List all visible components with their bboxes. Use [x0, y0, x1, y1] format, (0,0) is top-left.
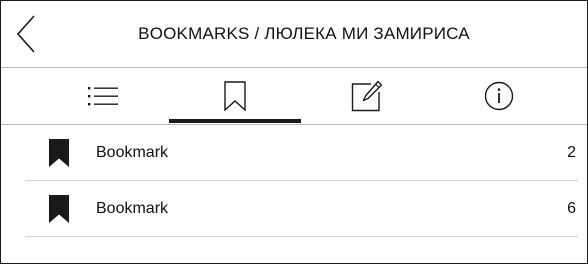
bookmarks-panel: BOOKMARKS / ЛЮЛЕКА МИ ЗАМИРИСА Bookmark … — [0, 0, 588, 264]
tab-info[interactable] — [433, 68, 565, 124]
bookmark-label: Bookmark — [96, 144, 169, 161]
bookmark-outline-icon — [224, 81, 246, 111]
bookmark-list: Bookmark 2 Bookmark 6 — [1, 125, 587, 237]
bookmark-row[interactable]: Bookmark 6 — [25, 181, 578, 237]
tab-contents[interactable] — [37, 68, 169, 124]
edit-note-icon — [351, 80, 383, 112]
page-title: BOOKMARKS / ЛЮЛЕКА МИ ЗАМИРИСА — [138, 24, 470, 43]
bookmark-label: Bookmark — [96, 200, 169, 217]
bookmark-filled-icon — [49, 139, 69, 167]
selected-tab-indicator — [169, 119, 301, 123]
chevron-left-icon — [15, 14, 37, 54]
bookmark-filled-icon — [49, 195, 69, 223]
bookmark-row[interactable]: Bookmark 2 — [25, 125, 578, 181]
bookmark-page-number: 2 — [567, 144, 576, 161]
back-button[interactable] — [15, 11, 55, 57]
tab-bar — [1, 68, 587, 125]
bookmark-page-number: 6 — [567, 200, 576, 217]
info-icon — [484, 81, 514, 111]
tab-notes[interactable] — [301, 68, 433, 124]
tab-bookmarks[interactable] — [169, 68, 301, 124]
list-icon — [88, 84, 118, 108]
header-bar: BOOKMARKS / ЛЮЛЕКА МИ ЗАМИРИСА — [1, 1, 587, 68]
